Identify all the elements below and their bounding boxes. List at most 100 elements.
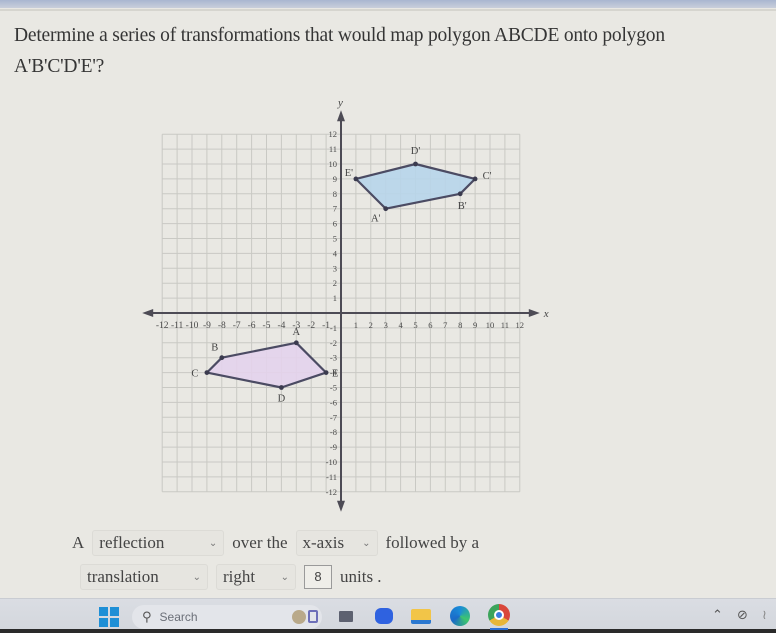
x-tick-label: 2	[369, 320, 373, 330]
y-tick-label: 3	[333, 263, 337, 273]
widgets-icon[interactable]	[292, 610, 318, 624]
x-axis-label: x	[543, 308, 549, 320]
axis-dropdown[interactable]: x-axis ⌄	[295, 530, 378, 556]
file-explorer-icon[interactable]	[411, 609, 431, 624]
y-tick-label: -1	[330, 323, 337, 333]
y-tick-label: -7	[330, 412, 337, 422]
answer-row-1: A reflection ⌄ over the x-axis ⌄ followe…	[72, 529, 479, 557]
x-tick-label: -8	[218, 321, 226, 331]
direction-dropdown[interactable]: right ⌄	[216, 564, 296, 590]
x-tick-label: 5	[413, 320, 417, 330]
transformation-1-value: reflection	[99, 533, 165, 552]
wifi-icon[interactable]: ≀	[762, 608, 767, 623]
vertex-point	[279, 385, 284, 390]
vertex-point	[204, 370, 210, 375]
x-tick-label: -10	[186, 321, 199, 331]
units-input[interactable]: 8	[304, 565, 332, 589]
y-tick-label: 1	[333, 293, 337, 303]
x-tick-label: -9	[203, 321, 211, 331]
chrome-icon[interactable]	[488, 604, 510, 626]
coordinate-plane: xy -12 -11 -10 -9 -8 -7 -6 -5 -4 -3 -2 -1 1 2 3 4 5 6 7 8 9 1…	[142, 97, 549, 512]
x-tick-label: -5	[263, 321, 271, 331]
x-tick-label: -6	[248, 321, 256, 331]
y-tick-label: 7	[333, 204, 337, 214]
vertex-point	[219, 355, 225, 361]
vertex-label: E	[332, 369, 338, 380]
units-label: units .	[340, 567, 382, 586]
x-tick-label: -2	[307, 321, 315, 331]
y-tick-label: -5	[330, 383, 337, 393]
task-view-icon[interactable]	[339, 611, 353, 622]
x-tick-label: 11	[501, 320, 509, 330]
y-tick-label: 9	[333, 174, 337, 184]
vertex-label: D'	[411, 146, 421, 157]
y-axis-arrow-down	[337, 500, 345, 512]
windows-logo-icon	[99, 607, 119, 627]
axis-value: x-axis	[302, 533, 345, 552]
y-tick-label: -8	[330, 427, 337, 437]
vertex-point	[472, 176, 478, 182]
vertex-point	[293, 340, 299, 346]
vertex-point	[353, 176, 359, 182]
chevron-down-icon: ⌄	[192, 571, 201, 583]
vertex-label: B	[211, 343, 218, 354]
vertex-label: C	[191, 369, 198, 380]
transformation-2-dropdown[interactable]: translation ⌄	[80, 564, 208, 590]
start-button[interactable]	[98, 606, 120, 628]
y-tick-label: -9	[330, 442, 337, 452]
y-tick-label: -12	[326, 487, 337, 497]
vertex-point	[457, 191, 463, 197]
vertex-point	[323, 370, 329, 375]
vertex-label: A'	[371, 214, 381, 225]
taskbar-search[interactable]: ⚲ Search	[132, 605, 322, 629]
chevron-down-icon: ⌄	[208, 537, 218, 549]
search-placeholder: Search	[159, 610, 198, 624]
answer-prefix: A	[72, 533, 85, 552]
edge-icon[interactable]	[450, 606, 470, 626]
x-tick-label: 10	[486, 320, 495, 330]
x-tick-label: -11	[171, 321, 184, 331]
direction-value: right	[223, 567, 256, 586]
y-axis-arrow-up	[337, 110, 345, 122]
axes: xy	[142, 97, 549, 512]
network-off-icon[interactable]: ⊘	[737, 608, 748, 623]
y-tick-label: 8	[333, 189, 337, 199]
y-tick-label: 6	[333, 219, 337, 229]
meet-icon[interactable]	[375, 608, 393, 624]
y-tick-label: -10	[326, 457, 337, 467]
y-axis-label: y	[337, 97, 343, 109]
x-tick-label: -4	[277, 321, 285, 331]
x-tick-label: -7	[233, 321, 241, 331]
vertex-label: C'	[483, 171, 492, 182]
x-axis-arrow-right	[528, 309, 540, 317]
vertex-label: B'	[458, 201, 467, 212]
x-tick-label: 3	[384, 320, 388, 330]
show-hidden-icons[interactable]: ⌃	[712, 608, 723, 623]
y-tick-label: -2	[330, 338, 337, 348]
x-axis-arrow-left	[142, 309, 154, 317]
x-tick-label: 6	[428, 320, 432, 330]
x-tick-label: 1	[354, 320, 358, 330]
vertex-point	[383, 206, 389, 212]
chevron-down-icon: ⌄	[280, 571, 289, 583]
x-tick-label: -12	[156, 321, 169, 331]
transformation-1-dropdown[interactable]: reflection ⌄	[92, 530, 225, 556]
y-tick-label: 10	[329, 159, 338, 169]
vertex-label: E'	[345, 168, 353, 179]
x-tick-label: 8	[458, 320, 462, 330]
polygon-abcde	[205, 341, 328, 389]
y-tick-label: 11	[329, 144, 337, 154]
y-tick-label: 12	[329, 129, 338, 139]
y-tick-label: 5	[333, 234, 337, 244]
x-tick-label: 7	[443, 320, 447, 330]
vertex-label: D	[278, 394, 286, 405]
vertex-point	[413, 161, 418, 167]
active-app-indicator	[490, 628, 508, 630]
over-the-label: over the	[232, 533, 288, 552]
vertex-label: A	[293, 327, 301, 338]
chevron-down-icon: ⌄	[362, 537, 371, 549]
x-tick-label: 12	[516, 320, 525, 330]
followed-by-label: followed by a	[385, 533, 479, 552]
transformation-2-value: translation	[87, 567, 159, 586]
screen-bezel	[0, 629, 776, 633]
